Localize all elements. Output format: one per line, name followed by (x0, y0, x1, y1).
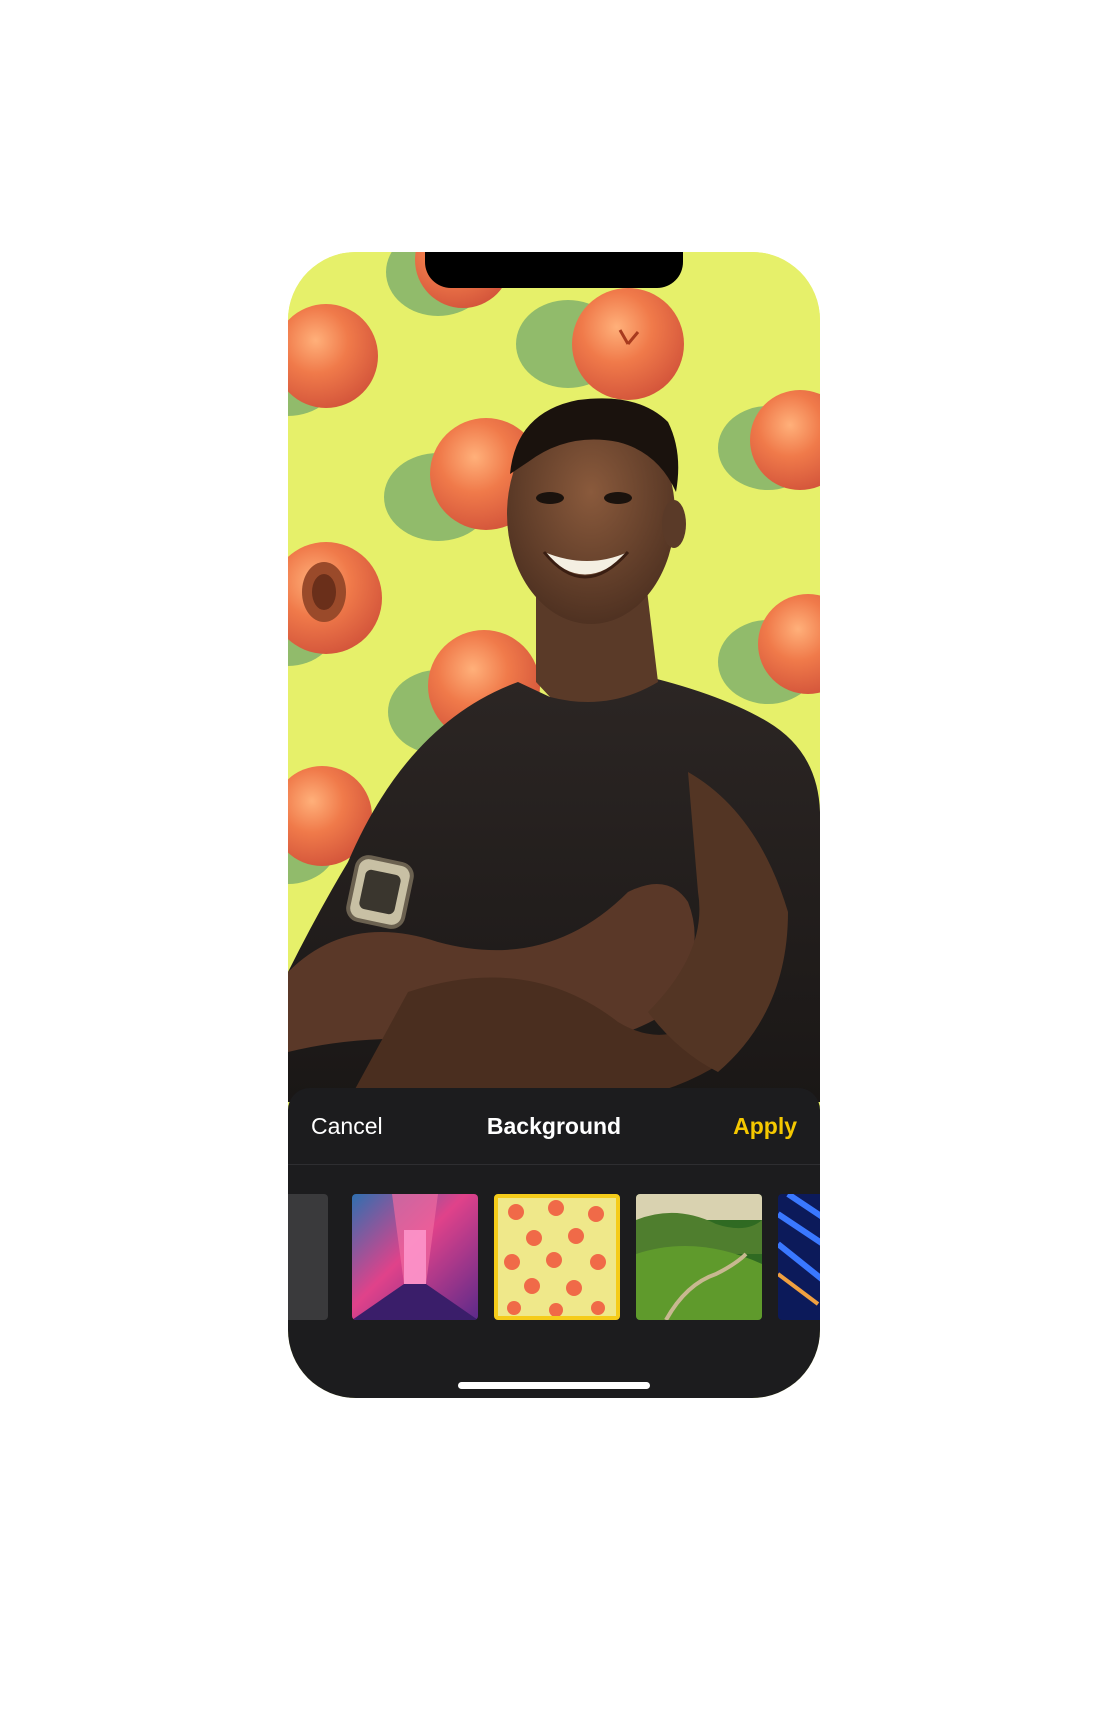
gray-solid-swatch (288, 1194, 328, 1320)
blue-neon-image (778, 1194, 820, 1320)
neon-corridor-image (352, 1194, 478, 1320)
green-valley-image (636, 1194, 762, 1320)
edited-photo (288, 252, 820, 1102)
phone-frame: Background Cancel Apply (288, 252, 820, 1398)
thumbnail-neon-corridor[interactable] (352, 1194, 478, 1320)
thumbnail-gray-solid[interactable] (288, 1194, 328, 1320)
thumbnail-peach-pattern[interactable] (494, 1194, 620, 1320)
background-picker-sheet: Background Cancel Apply (288, 1088, 820, 1398)
thumbnail-blue-neon[interactable] (778, 1194, 820, 1320)
picker-toolbar: Background Cancel Apply (288, 1088, 820, 1165)
apply-button[interactable]: Apply (733, 1088, 797, 1164)
thumbnail-green-valley[interactable] (636, 1194, 762, 1320)
device-notch (425, 252, 683, 288)
peach-pattern-image (498, 1198, 616, 1316)
background-thumbnails (288, 1194, 820, 1320)
home-indicator (458, 1382, 650, 1389)
cancel-button[interactable]: Cancel (311, 1088, 383, 1164)
